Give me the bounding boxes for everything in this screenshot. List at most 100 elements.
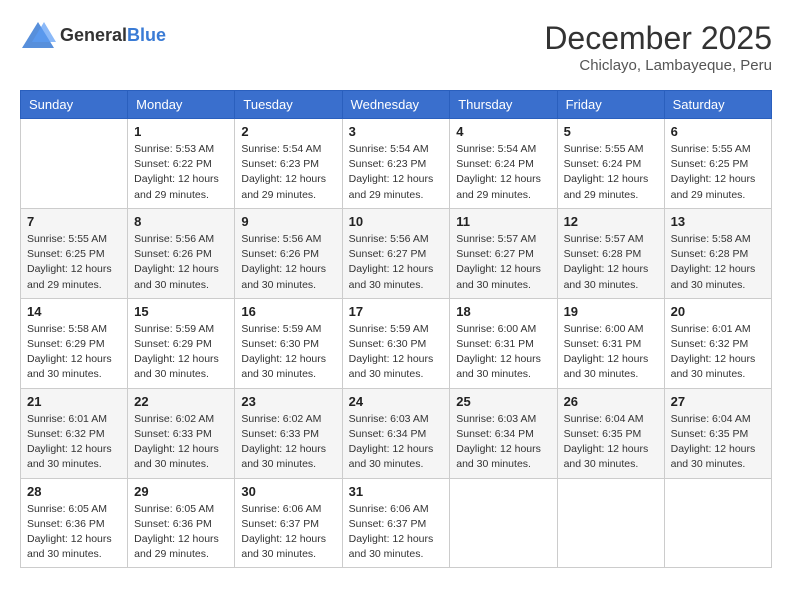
day-info: Sunrise: 5:54 AM Sunset: 6:23 PM Dayligh… bbox=[349, 142, 444, 203]
logo-blue: Blue bbox=[127, 25, 166, 45]
calendar-cell: 21Sunrise: 6:01 AM Sunset: 6:32 PM Dayli… bbox=[21, 388, 128, 478]
calendar-cell: 5Sunrise: 5:55 AM Sunset: 6:24 PM Daylig… bbox=[557, 119, 664, 209]
day-number: 15 bbox=[134, 304, 228, 319]
day-number: 31 bbox=[349, 484, 444, 499]
calendar-cell bbox=[664, 478, 771, 568]
location-title: Chiclayo, Lambayeque, Peru bbox=[544, 57, 772, 74]
weekday-header: Sunday bbox=[21, 91, 128, 119]
day-info: Sunrise: 5:58 AM Sunset: 6:28 PM Dayligh… bbox=[671, 232, 765, 293]
day-info: Sunrise: 5:56 AM Sunset: 6:26 PM Dayligh… bbox=[134, 232, 228, 293]
calendar-cell: 14 Sunrise: 5:58 AM Sunset: 6:29 PM Dayli… bbox=[21, 298, 128, 388]
calendar-cell: 12 Sunrise: 5:57 AM Sunset: 6:28 PM Dayli… bbox=[557, 208, 664, 298]
day-number: 21 bbox=[27, 394, 121, 409]
weekday-header: Monday bbox=[128, 91, 235, 119]
calendar-cell: 31 Sunrise: 6:06 AM Sunset: 6:37 PM Dayli… bbox=[342, 478, 450, 568]
calendar-cell: 29Sunrise: 6:05 AM Sunset: 6:36 PM Dayli… bbox=[128, 478, 235, 568]
calendar-cell: 10 Sunrise: 5:56 AM Sunset: 6:27 PM Dayli… bbox=[342, 208, 450, 298]
weekday-header: Friday bbox=[557, 91, 664, 119]
day-number: 18 bbox=[456, 304, 550, 319]
day-info: Sunrise: 6:05 AM Sunset: 6:36 PM Dayligh… bbox=[27, 502, 121, 563]
calendar-cell: 11 Sunrise: 5:57 AM Sunset: 6:27 PM Dayli… bbox=[450, 208, 557, 298]
calendar-cell bbox=[21, 119, 128, 209]
day-info: Sunrise: 5:56 AM Sunset: 6:27 PM Dayligh… bbox=[349, 232, 444, 293]
calendar-cell: 26 Sunrise: 6:04 AM Sunset: 6:35 PM Dayli… bbox=[557, 388, 664, 478]
day-info: Sunrise: 6:02 AM Sunset: 6:33 PM Dayligh… bbox=[134, 412, 228, 473]
day-info: Sunrise: 6:06 AM Sunset: 6:37 PM Dayligh… bbox=[349, 502, 444, 563]
day-info: Sunrise: 5:57 AM Sunset: 6:27 PM Dayligh… bbox=[456, 232, 550, 293]
calendar-cell: 25Sunrise: 6:03 AM Sunset: 6:34 PM Dayli… bbox=[450, 388, 557, 478]
day-number: 7 bbox=[27, 214, 121, 229]
calendar-cell: 27Sunrise: 6:04 AM Sunset: 6:35 PM Dayli… bbox=[664, 388, 771, 478]
calendar-cell: 13 Sunrise: 5:58 AM Sunset: 6:28 PM Dayli… bbox=[664, 208, 771, 298]
calendar-cell: 4Sunrise: 5:54 AM Sunset: 6:24 PM Daylig… bbox=[450, 119, 557, 209]
day-number: 17 bbox=[349, 304, 444, 319]
calendar-week-row: 14 Sunrise: 5:58 AM Sunset: 6:29 PM Dayli… bbox=[21, 298, 772, 388]
day-number: 26 bbox=[564, 394, 658, 409]
calendar-week-row: 28 Sunrise: 6:05 AM Sunset: 6:36 PM Dayli… bbox=[21, 478, 772, 568]
calendar-cell: 17Sunrise: 5:59 AM Sunset: 6:30 PM Dayli… bbox=[342, 298, 450, 388]
calendar-cell: 15 Sunrise: 5:59 AM Sunset: 6:29 PM Dayli… bbox=[128, 298, 235, 388]
day-number: 13 bbox=[671, 214, 765, 229]
day-number: 30 bbox=[241, 484, 335, 499]
day-number: 2 bbox=[241, 124, 335, 139]
title-block: December 2025 Chiclayo, Lambayeque, Peru bbox=[544, 20, 772, 74]
day-number: 20 bbox=[671, 304, 765, 319]
calendar-cell: 23 Sunrise: 6:02 AM Sunset: 6:33 PM Dayli… bbox=[235, 388, 342, 478]
day-info: Sunrise: 6:04 AM Sunset: 6:35 PM Dayligh… bbox=[671, 412, 765, 473]
calendar-cell bbox=[450, 478, 557, 568]
day-number: 1 bbox=[134, 124, 228, 139]
day-info: Sunrise: 6:04 AM Sunset: 6:35 PM Dayligh… bbox=[564, 412, 658, 473]
day-number: 22 bbox=[134, 394, 228, 409]
weekday-header: Wednesday bbox=[342, 91, 450, 119]
day-info: Sunrise: 5:54 AM Sunset: 6:23 PM Dayligh… bbox=[241, 142, 335, 203]
day-info: Sunrise: 5:57 AM Sunset: 6:28 PM Dayligh… bbox=[564, 232, 658, 293]
day-info: Sunrise: 5:54 AM Sunset: 6:24 PM Dayligh… bbox=[456, 142, 550, 203]
weekday-header: Thursday bbox=[450, 91, 557, 119]
day-number: 28 bbox=[27, 484, 121, 499]
calendar-cell: 2 Sunrise: 5:54 AM Sunset: 6:23 PM Daylig… bbox=[235, 119, 342, 209]
calendar-cell: 20 Sunrise: 6:01 AM Sunset: 6:32 PM Dayli… bbox=[664, 298, 771, 388]
day-info: Sunrise: 5:56 AM Sunset: 6:26 PM Dayligh… bbox=[241, 232, 335, 293]
day-number: 6 bbox=[671, 124, 765, 139]
day-number: 11 bbox=[456, 214, 550, 229]
month-title: December 2025 bbox=[544, 20, 772, 57]
day-number: 14 bbox=[27, 304, 121, 319]
day-number: 29 bbox=[134, 484, 228, 499]
day-info: Sunrise: 6:06 AM Sunset: 6:37 PM Dayligh… bbox=[241, 502, 335, 563]
weekday-header: Tuesday bbox=[235, 91, 342, 119]
calendar-header-row: SundayMondayTuesdayWednesdayThursdayFrid… bbox=[21, 91, 772, 119]
day-number: 8 bbox=[134, 214, 228, 229]
calendar-cell: 3 Sunrise: 5:54 AM Sunset: 6:23 PM Daylig… bbox=[342, 119, 450, 209]
logo-icon bbox=[20, 20, 56, 50]
day-number: 19 bbox=[564, 304, 658, 319]
day-number: 10 bbox=[349, 214, 444, 229]
day-info: Sunrise: 6:03 AM Sunset: 6:34 PM Dayligh… bbox=[349, 412, 444, 473]
day-number: 5 bbox=[564, 124, 658, 139]
day-info: Sunrise: 5:55 AM Sunset: 6:25 PM Dayligh… bbox=[27, 232, 121, 293]
calendar-cell: 18Sunrise: 6:00 AM Sunset: 6:31 PM Dayli… bbox=[450, 298, 557, 388]
calendar-cell: 30 Sunrise: 6:06 AM Sunset: 6:37 PM Dayli… bbox=[235, 478, 342, 568]
day-number: 16 bbox=[241, 304, 335, 319]
calendar-cell: 19 Sunrise: 6:00 AM Sunset: 6:31 PM Dayli… bbox=[557, 298, 664, 388]
calendar-cell bbox=[557, 478, 664, 568]
day-number: 3 bbox=[349, 124, 444, 139]
calendar-week-row: 21Sunrise: 6:01 AM Sunset: 6:32 PM Dayli… bbox=[21, 388, 772, 478]
calendar-cell: 9Sunrise: 5:56 AM Sunset: 6:26 PM Daylig… bbox=[235, 208, 342, 298]
calendar-cell: 6Sunrise: 5:55 AM Sunset: 6:25 PM Daylig… bbox=[664, 119, 771, 209]
weekday-header: Saturday bbox=[664, 91, 771, 119]
day-info: Sunrise: 6:00 AM Sunset: 6:31 PM Dayligh… bbox=[564, 322, 658, 383]
day-info: Sunrise: 6:02 AM Sunset: 6:33 PM Dayligh… bbox=[241, 412, 335, 473]
day-number: 25 bbox=[456, 394, 550, 409]
day-info: Sunrise: 6:01 AM Sunset: 6:32 PM Dayligh… bbox=[671, 322, 765, 383]
day-number: 24 bbox=[349, 394, 444, 409]
day-info: Sunrise: 5:59 AM Sunset: 6:29 PM Dayligh… bbox=[134, 322, 228, 383]
calendar-cell: 24 Sunrise: 6:03 AM Sunset: 6:34 PM Dayli… bbox=[342, 388, 450, 478]
calendar-week-row: 1Sunrise: 5:53 AM Sunset: 6:22 PM Daylig… bbox=[21, 119, 772, 209]
calendar-week-row: 7 Sunrise: 5:55 AM Sunset: 6:25 PM Daylig… bbox=[21, 208, 772, 298]
day-number: 12 bbox=[564, 214, 658, 229]
logo: GeneralBlue bbox=[20, 20, 166, 50]
logo-general: General bbox=[60, 25, 127, 45]
calendar-cell: 22 Sunrise: 6:02 AM Sunset: 6:33 PM Dayli… bbox=[128, 388, 235, 478]
day-number: 23 bbox=[241, 394, 335, 409]
day-info: Sunrise: 5:58 AM Sunset: 6:29 PM Dayligh… bbox=[27, 322, 121, 383]
